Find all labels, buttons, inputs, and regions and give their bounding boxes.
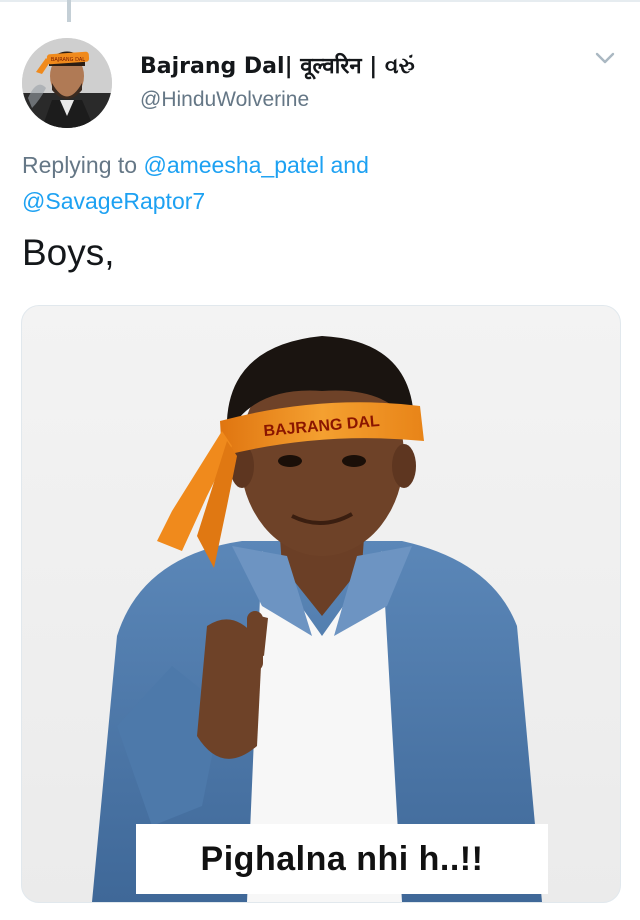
media-caption: Pighalna nhi h..!! xyxy=(136,824,548,894)
media-image: BAJRANG DAL xyxy=(92,336,542,902)
avatar[interactable]: BAJRANG DAL xyxy=(22,38,112,128)
chevron-down-icon[interactable] xyxy=(594,50,616,66)
thread-connector-line xyxy=(67,0,71,22)
avatar-image: BAJRANG DAL xyxy=(22,38,112,128)
replying-to-prefix: Replying to xyxy=(22,152,138,178)
avatar-headband-text: BAJRANG DAL xyxy=(51,57,85,63)
top-divider xyxy=(0,0,640,2)
replying-to-line: Replying to @ameesha_patel and xyxy=(22,152,369,179)
tweet-media[interactable]: BAJRANG DAL Pighalna nhi h..!! xyxy=(21,305,621,903)
author-handle[interactable]: @HinduWolverine xyxy=(140,88,309,112)
replying-to-conjunction[interactable]: and xyxy=(331,152,369,178)
tweet-text: Boys, xyxy=(22,232,115,273)
replying-to-line-2: @SavageRaptor7 xyxy=(22,188,205,215)
mention-link[interactable]: @ameesha_patel xyxy=(143,152,324,178)
author-display-name[interactable]: Bajrang Dal| वूल्वरिन | વરું xyxy=(140,50,415,80)
mention-link[interactable]: @SavageRaptor7 xyxy=(22,188,205,214)
